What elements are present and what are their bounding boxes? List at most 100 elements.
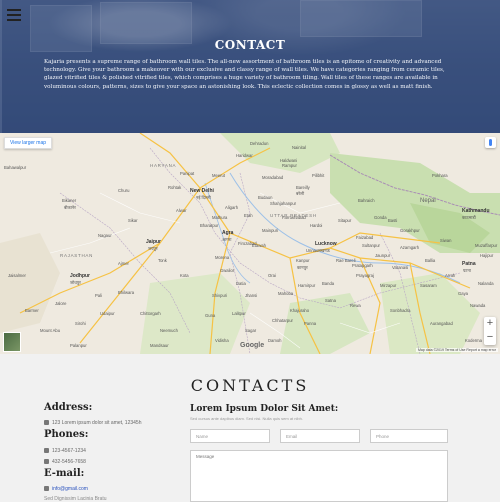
map-label: पटना	[463, 268, 471, 273]
map-label: Mount Abu	[40, 328, 61, 333]
map-label: Bahraich	[358, 198, 375, 203]
map-label: Bikaner	[62, 198, 77, 203]
map-label: Meerut	[212, 173, 226, 178]
map-satellite-toggle[interactable]	[3, 332, 21, 352]
map-label: Sagar	[245, 328, 257, 333]
map-label: Sikar	[128, 218, 138, 223]
email-line: info@gmail.com	[44, 486, 88, 492]
map-label: Muzaffarpur	[475, 243, 498, 248]
map-label: जयपुर	[148, 246, 158, 251]
message-field[interactable]	[190, 450, 448, 502]
map-label: Udaipur	[100, 311, 115, 316]
map-label: Bharatpur	[200, 223, 219, 228]
map-label: Barmer	[25, 308, 39, 313]
page-title: CONTACT	[214, 38, 286, 52]
map-label: Mandsaur	[150, 343, 169, 348]
map-label: Prayagraj	[356, 273, 374, 278]
address-heading: Address:	[44, 402, 93, 413]
map-label: Churu	[118, 188, 130, 193]
map-label: Rohtak	[168, 185, 182, 190]
map-label: Jodhpur	[70, 273, 90, 279]
map-label: Gaya	[458, 291, 469, 296]
map-label: Nepal	[420, 198, 436, 204]
map-label: Varanasi	[392, 265, 409, 270]
map-label: Pratapgarh	[352, 263, 373, 268]
map-label: Bareilly	[296, 185, 310, 190]
hamburger-menu-icon[interactable]	[7, 9, 21, 21]
map-label: Gorakhpur	[400, 228, 420, 233]
map-label: Pilibhit	[312, 173, 325, 178]
map-label: Nalanda	[478, 281, 494, 286]
map-label: Morena	[215, 255, 230, 260]
map-label: Chhatarpur	[272, 318, 293, 323]
map-label: बीकानेर	[64, 205, 76, 210]
email-link[interactable]: info@gmail.com	[52, 486, 88, 492]
mobile-icon	[44, 459, 49, 465]
map-label: जोधपुर	[70, 280, 81, 285]
map-label: लखनऊ	[318, 248, 330, 253]
map-label: Chittorgarh	[140, 311, 161, 316]
map-label: Azamgarh	[400, 245, 420, 250]
map-label: Panna	[304, 321, 317, 326]
map-label: Guna	[205, 313, 216, 318]
map-label: RAJASTHAN	[60, 253, 94, 258]
map-label: Ballia	[425, 258, 436, 263]
phone-number: 432-5456-7658	[52, 459, 86, 465]
map-label: Sirohi	[75, 321, 86, 326]
map-label: Tonk	[158, 258, 167, 263]
phone-icon	[44, 448, 49, 454]
envelope-icon	[44, 486, 49, 492]
map-label: Nawada	[470, 303, 486, 308]
map-label: Ajmer	[118, 261, 129, 266]
map-label: Banda	[322, 281, 335, 286]
home-icon	[44, 420, 49, 426]
map-label: Basti	[388, 218, 398, 223]
map-label: Sultanpur	[362, 243, 380, 248]
map-label: Neemuch	[160, 328, 178, 333]
google-map[interactable]: Bahawalpur HARYANA Dehradun Haldwani New…	[0, 133, 500, 354]
map-label: Pokhara	[432, 173, 448, 178]
map-label: Budaun	[258, 195, 273, 200]
map-label: Hardoi	[310, 223, 323, 228]
zoom-out-button[interactable]: −	[484, 331, 496, 345]
map-label: Arrah	[445, 273, 456, 278]
map-label: नई दिल्ली	[196, 195, 211, 200]
map-label: Aligarh	[225, 205, 239, 210]
hero-description: Kajaria presents a supreme range of bath…	[44, 59, 445, 90]
map-label: Panipat	[180, 171, 195, 176]
map-label: Vidisha	[215, 338, 229, 343]
address-text: 123 Lorem ipsum dolor sit amet, 12345h	[52, 420, 142, 426]
name-field[interactable]	[190, 429, 270, 443]
map-label: Satna	[325, 298, 336, 303]
map-label: Khajuraho	[290, 308, 310, 313]
map-label: Moradabad	[262, 175, 284, 180]
street-view-pegman-icon[interactable]	[485, 137, 496, 148]
map-label: Sitapur	[338, 218, 352, 223]
map-label: Rewa	[350, 303, 361, 308]
map-label: Lalitpur	[232, 311, 246, 316]
map-label: Sasaram	[420, 283, 437, 288]
map-label: Hamirpur	[298, 283, 316, 288]
map-label: कानपुर	[297, 265, 308, 270]
phone-line: 432-5456-7658	[44, 459, 86, 465]
map-label: Palanpur	[70, 343, 87, 348]
map-label: Orai	[268, 273, 276, 278]
map-footer[interactable]: Map data ©2019 Terms of Use Report a map…	[416, 348, 498, 352]
map-label: Jaisalmer	[8, 273, 26, 278]
phones-heading: Phones:	[44, 429, 89, 440]
map-label: Nainital	[292, 145, 306, 150]
phone-field[interactable]	[370, 429, 448, 443]
map-label: बरेली	[296, 191, 305, 196]
map-label: Jalore	[55, 301, 67, 306]
zoom-in-button[interactable]: +	[484, 317, 496, 331]
map-label: Dehradun	[250, 141, 269, 146]
map-label: Rampur	[282, 163, 297, 168]
map-label: Haridwar	[236, 153, 253, 158]
view-larger-map-link[interactable]: View larger map	[4, 137, 53, 149]
map-label: Alwar	[176, 208, 187, 213]
map-label: Aurangabad	[430, 321, 453, 326]
email-field[interactable]	[280, 429, 360, 443]
form-title: Lorem Ipsum Dolor Sit Amet:	[190, 404, 339, 414]
map-label: Datia	[236, 281, 246, 286]
google-logo: Google	[240, 342, 265, 349]
